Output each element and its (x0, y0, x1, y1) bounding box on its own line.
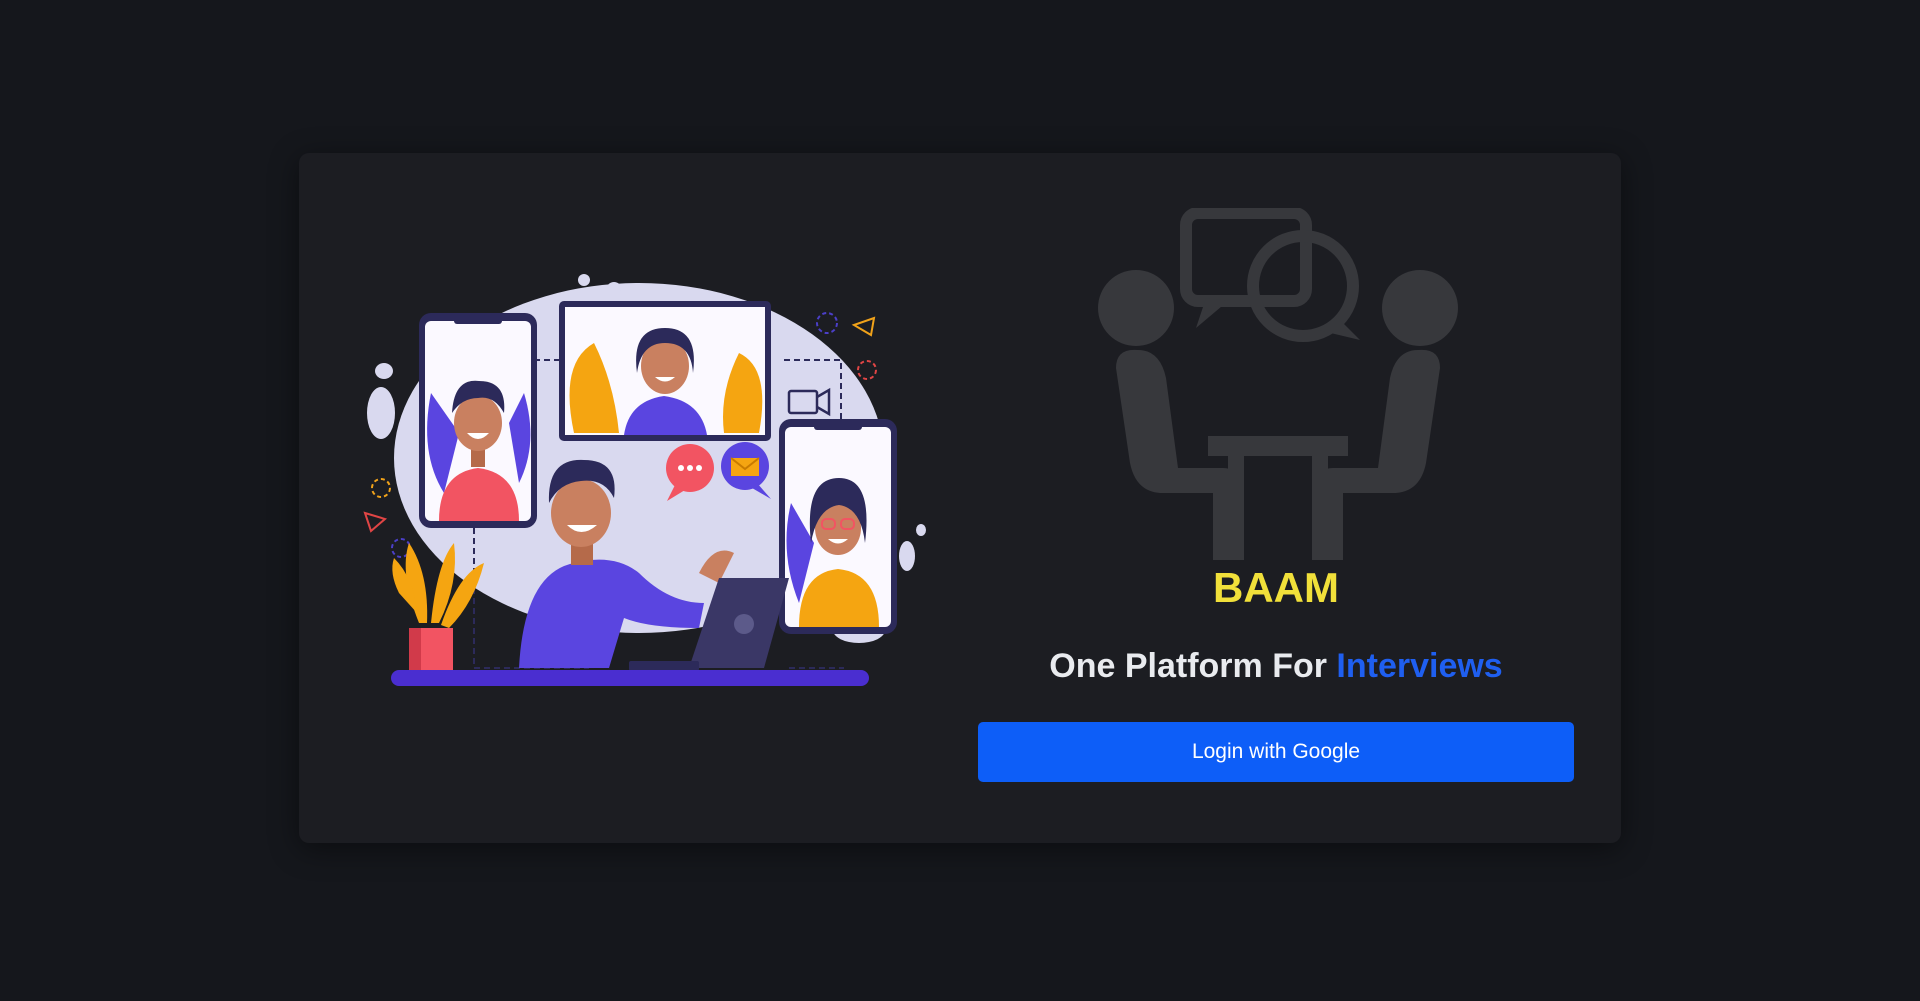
login-panel: BAAM One Platform For Interviews Login w… (978, 153, 1574, 843)
tagline-prefix: One Platform For (1049, 647, 1337, 685)
login-card: BAAM One Platform For Interviews Login w… (299, 153, 1621, 843)
brand-name: BAAM (1213, 564, 1339, 611)
tagline-accent: Interviews (1336, 647, 1503, 685)
tagline: One Platform For Interviews (978, 646, 1574, 686)
video-call-illustration (359, 273, 939, 703)
interview-meeting-icon (1098, 208, 1458, 560)
login-with-google-button[interactable]: Login with Google (978, 722, 1574, 782)
video-call-illustration-art (363, 274, 926, 686)
